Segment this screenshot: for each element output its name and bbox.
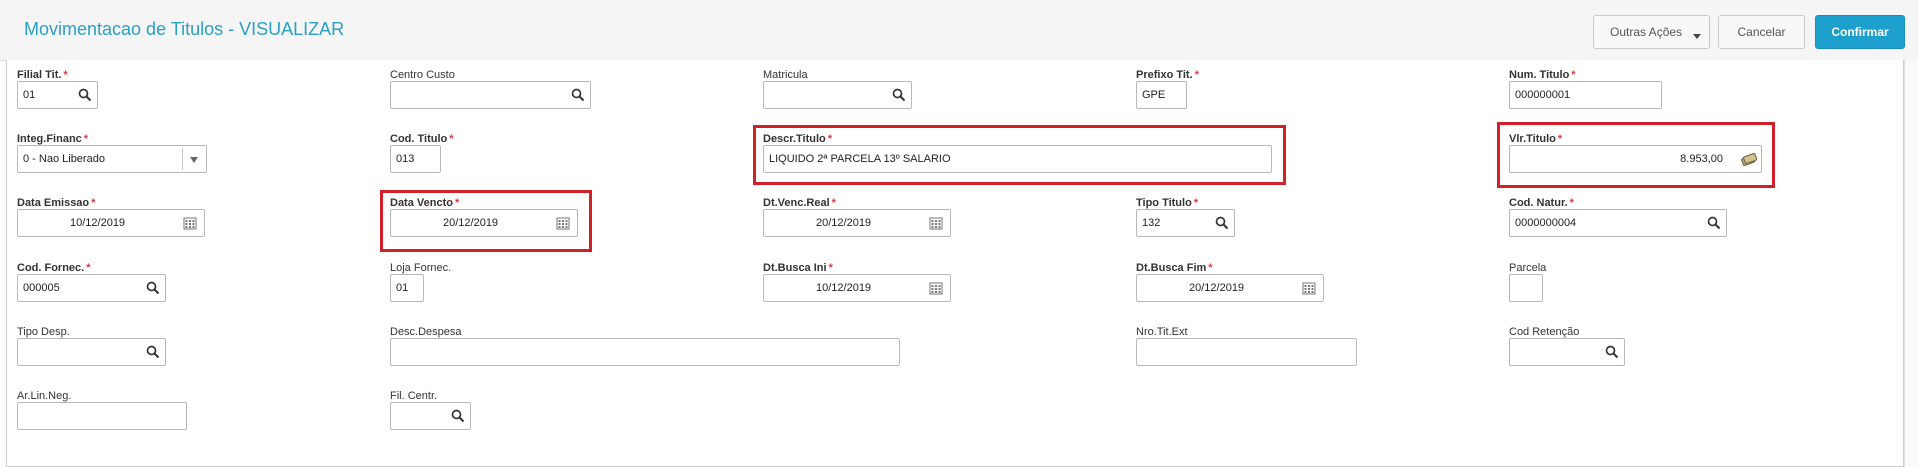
search-icon[interactable] bbox=[892, 88, 906, 102]
required-mark: * bbox=[1194, 69, 1199, 81]
search-icon[interactable] bbox=[146, 281, 160, 295]
top-bar: Movimentacao de Titulos - VISUALIZAR Out… bbox=[0, 0, 1918, 61]
loja-fornec-input[interactable]: 01 bbox=[390, 274, 424, 302]
required-mark: * bbox=[828, 262, 833, 274]
prefixo-input[interactable]: GPE bbox=[1136, 81, 1187, 109]
field-label: Cod. Fornec. bbox=[17, 262, 85, 274]
integ-financ-value: 0 - Nao Liberado bbox=[23, 153, 105, 165]
field-label: Nro.Tit.Ext bbox=[1136, 326, 1188, 338]
field-label: Prefixo Tit. bbox=[1136, 69, 1193, 81]
field-label: Fil. Centr. bbox=[390, 390, 438, 402]
filial-input[interactable]: 01 bbox=[17, 81, 98, 109]
dt-busca-fim-value: 20/12/2019 bbox=[1189, 282, 1245, 294]
required-mark: * bbox=[831, 197, 836, 209]
dt-busca-ini-value: 10/12/2019 bbox=[816, 282, 872, 294]
field-label: Tipo Desp. bbox=[17, 326, 70, 338]
search-icon[interactable] bbox=[78, 88, 92, 102]
loja-fornec-value: 01 bbox=[396, 282, 409, 294]
field-label: Tipo Titulo bbox=[1136, 197, 1192, 209]
field-label: Cod. Natur. bbox=[1509, 197, 1568, 209]
highlight-descr-titulo bbox=[753, 125, 1286, 185]
field-label: Loja Fornec. bbox=[390, 262, 452, 274]
field-label: Filial Tit. bbox=[17, 69, 62, 81]
search-icon[interactable] bbox=[146, 345, 160, 359]
data-emissao-input[interactable]: 10/12/2019 bbox=[17, 209, 205, 237]
field-label: Dt.Venc.Real bbox=[763, 197, 830, 209]
highlight-vlr-titulo bbox=[1497, 122, 1775, 188]
field-label: Parcela bbox=[1509, 262, 1547, 274]
search-icon[interactable] bbox=[571, 88, 585, 102]
required-mark: * bbox=[1569, 197, 1574, 209]
field-label: Integ.Financ bbox=[17, 133, 82, 145]
required-mark: * bbox=[63, 69, 68, 81]
field-label: Num. Titulo bbox=[1509, 69, 1570, 81]
required-mark: * bbox=[1571, 69, 1576, 81]
integ-financ-select[interactable]: 0 - Nao Liberado bbox=[17, 145, 207, 173]
vertical-scrollbar[interactable] bbox=[1904, 60, 1918, 467]
field-label: Centro Custo bbox=[390, 69, 455, 81]
dt-busca-ini-input[interactable]: 10/12/2019 bbox=[763, 274, 951, 302]
field-label: Desc.Despesa bbox=[390, 326, 462, 338]
calendar-icon[interactable] bbox=[183, 216, 197, 230]
cod-titulo-value: 013 bbox=[396, 153, 415, 165]
calendar-icon[interactable] bbox=[929, 281, 943, 295]
search-icon[interactable] bbox=[1605, 345, 1619, 359]
field-label: Cod Retenção bbox=[1509, 326, 1580, 338]
cancel-button[interactable]: Cancelar bbox=[1718, 15, 1805, 49]
dt-venc-real-value: 20/12/2019 bbox=[816, 217, 872, 229]
search-icon[interactable] bbox=[451, 409, 465, 423]
prefixo-value: GPE bbox=[1142, 89, 1166, 101]
field-label: Cod. Titulo bbox=[390, 133, 448, 145]
dt-venc-real-input[interactable]: 20/12/2019 bbox=[763, 209, 951, 237]
required-mark: * bbox=[1193, 197, 1199, 209]
tipo-desp-input[interactable] bbox=[17, 338, 166, 366]
fil-centr-input[interactable] bbox=[390, 402, 471, 430]
calendar-icon[interactable] bbox=[929, 216, 943, 230]
field-label: Matricula bbox=[763, 69, 808, 81]
confirm-button[interactable]: Confirmar bbox=[1815, 15, 1905, 49]
required-mark: * bbox=[91, 197, 96, 209]
tipo-titulo-input[interactable]: 132 bbox=[1136, 209, 1235, 237]
parcela-input[interactable] bbox=[1509, 274, 1543, 302]
desc-despesa-input[interactable] bbox=[390, 338, 900, 366]
chevron-down-icon[interactable] bbox=[190, 157, 198, 163]
ar-lin-neg-input[interactable] bbox=[17, 402, 187, 430]
outras-acoes-label: Outras Ações bbox=[1610, 25, 1683, 39]
field-label: Dt.Busca Ini bbox=[763, 262, 827, 274]
calendar-icon[interactable] bbox=[1302, 281, 1316, 295]
required-mark: * bbox=[449, 133, 454, 145]
cod-fornec-input[interactable]: 000005 bbox=[17, 274, 166, 302]
matricula-input[interactable] bbox=[763, 81, 912, 109]
num-titulo-value: 000000001 bbox=[1515, 89, 1571, 101]
filial-value: 01 bbox=[23, 89, 36, 101]
required-mark: * bbox=[1208, 262, 1213, 274]
cod-natur-value: 0000000004 bbox=[1515, 217, 1577, 229]
cod-fornec-value: 000005 bbox=[23, 282, 60, 294]
dt-busca-fim-input[interactable]: 20/12/2019 bbox=[1136, 274, 1324, 302]
select-divider bbox=[182, 148, 183, 170]
tipo-titulo-value: 132 bbox=[1142, 217, 1161, 229]
search-icon[interactable] bbox=[1707, 216, 1721, 230]
required-mark: * bbox=[86, 262, 91, 274]
chevron-down-icon bbox=[1693, 34, 1701, 39]
cod-titulo-input[interactable]: 013 bbox=[390, 145, 441, 173]
data-emissao-value: 10/12/2019 bbox=[70, 217, 126, 229]
search-icon[interactable] bbox=[1215, 216, 1229, 230]
field-label: Data Emissao bbox=[17, 197, 90, 209]
highlight-data-vencto bbox=[380, 190, 592, 252]
cod-retencao-input[interactable] bbox=[1509, 338, 1625, 366]
field-label: Dt.Busca Fim bbox=[1136, 262, 1207, 274]
cod-natur-input[interactable]: 0000000004 bbox=[1509, 209, 1727, 237]
centro-custo-input[interactable] bbox=[390, 81, 591, 109]
field-label: Ar.Lin.Neg. bbox=[17, 390, 72, 402]
required-mark: * bbox=[83, 133, 89, 145]
page-title: Movimentacao de Titulos - VISUALIZAR bbox=[24, 19, 345, 39]
num-titulo-input[interactable]: 000000001 bbox=[1509, 81, 1662, 109]
nro-tit-ext-input[interactable] bbox=[1136, 338, 1357, 366]
outras-acoes-button[interactable]: Outras Ações bbox=[1593, 15, 1710, 49]
